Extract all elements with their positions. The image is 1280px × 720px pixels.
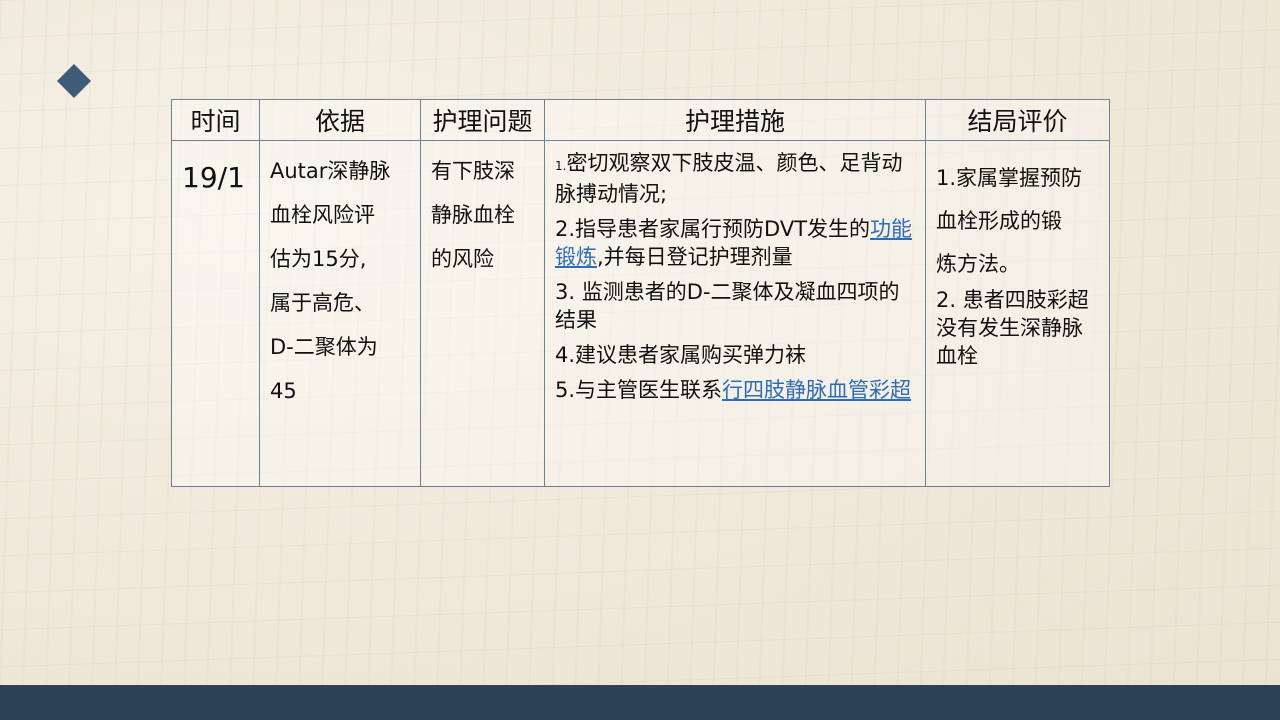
outcome-line: 血栓形成的锻 <box>936 209 1062 233</box>
decorative-diamond-icon <box>57 64 91 98</box>
basis-line: 估为15分, <box>270 247 367 271</box>
nursing-care-table: 时间 依据 护理问题 护理措施 结局评价 19/1 Autar深静脉 血栓风险评… <box>171 99 1110 487</box>
measure-item-4: 4.建议患者家属购买弹力袜 <box>555 343 807 367</box>
measure-2-text: 2.指导患者家属行预防DVT发生的 <box>555 217 871 241</box>
problem-line: 静脉血栓 <box>431 203 515 227</box>
vein-ultrasound-link[interactable]: 行四肢静脉血管彩超 <box>722 378 911 402</box>
outcome-line: 1.家属掌握预防 <box>936 166 1083 190</box>
basis-line: Autar深静脉 <box>270 159 391 183</box>
problem-line: 的风险 <box>431 247 494 271</box>
footer-bar <box>0 685 1280 720</box>
measure-item-1: 1.密切观察双下肢皮温、颜色、足背动脉搏动情况; <box>555 149 915 208</box>
basis-line: D-二聚体为 <box>270 335 378 359</box>
problem-line: 有下肢深 <box>431 159 515 183</box>
problem-cell: 有下肢深 静脉血栓 的风险 <box>420 140 545 487</box>
header-measures: 护理措施 <box>544 99 926 141</box>
time-value: 19/1 <box>182 161 245 194</box>
header-time: 时间 <box>171 99 260 141</box>
measure-2-rest: ,并每日登记护理剂量 <box>597 245 793 269</box>
time-cell: 19/1 <box>171 140 260 487</box>
measures-cell: 1.密切观察双下肢皮温、颜色、足背动脉搏动情况; 2.指导患者家属行预防DVT发… <box>544 140 926 487</box>
outcome-item-2: 2. 患者四肢彩超没有发生深静脉血栓 <box>936 288 1089 368</box>
basis-line: 45 <box>270 379 297 403</box>
measure-item-5: 5.与主管医生联系行四肢静脉血管彩超 <box>555 376 915 404</box>
measure-item-3: 3. 监测患者的D-二聚体及凝血四项的结果 <box>555 280 900 332</box>
table-header-row: 时间 依据 护理问题 护理措施 结局评价 <box>171 99 1110 141</box>
header-problem: 护理问题 <box>420 99 545 141</box>
measure-1-number: 1. <box>555 159 567 173</box>
basis-line: 血栓风险评 <box>270 203 375 227</box>
outcome-cell: 1.家属掌握预防 血栓形成的锻 炼方法。 2. 患者四肢彩超没有发生深静脉血栓 <box>925 140 1110 487</box>
header-basis: 依据 <box>259 99 421 141</box>
header-outcome: 结局评价 <box>925 99 1110 141</box>
basis-line: 属于高危、 <box>270 291 375 315</box>
measure-1-text: 密切观察双下肢皮温、颜色、足背动脉搏动情况; <box>555 151 903 206</box>
measure-item-2: 2.指导患者家属行预防DVT发生的功能锻炼,并每日登记护理剂量 <box>555 215 915 271</box>
measure-5-text: 5.与主管医生联系 <box>555 378 723 402</box>
outcome-line: 炼方法。 <box>936 252 1020 276</box>
table-row: 19/1 Autar深静脉 血栓风险评 估为15分, 属于高危、 D-二聚体为 … <box>171 140 1110 487</box>
basis-cell: Autar深静脉 血栓风险评 估为15分, 属于高危、 D-二聚体为 45 <box>259 140 421 487</box>
